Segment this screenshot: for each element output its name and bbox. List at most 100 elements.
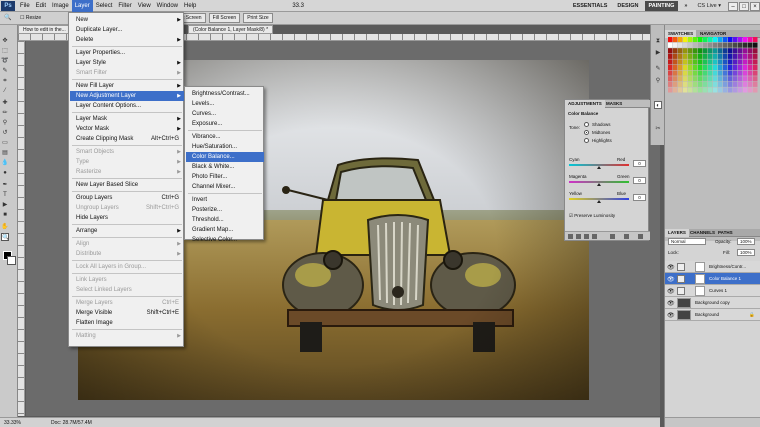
swatch-cell[interactable] (753, 59, 758, 65)
swatch-cell[interactable] (748, 53, 753, 59)
swatch-cell[interactable] (698, 59, 703, 65)
delete-adjustment-icon[interactable] (638, 234, 643, 239)
blur-tool-icon[interactable]: 💧 (1, 159, 9, 167)
swatch-cell[interactable] (728, 48, 733, 54)
swatch-cell[interactable] (693, 76, 698, 82)
swatch-cell[interactable] (748, 76, 753, 82)
swatch-cell[interactable] (668, 87, 673, 93)
fill-field[interactable]: 100% (737, 249, 755, 256)
swatch-cell[interactable] (703, 42, 708, 48)
swatch-cell[interactable] (723, 81, 728, 87)
swatch-cell[interactable] (733, 53, 738, 59)
swatch-cell[interactable] (698, 42, 703, 48)
menu-item-exposure[interactable]: Exposure... (186, 119, 264, 129)
reset-icon[interactable] (624, 234, 629, 239)
swatch-cell[interactable] (708, 70, 713, 76)
adjustments-panel-icon[interactable]: ◐ (654, 101, 662, 109)
menu-item-layer-content-options[interactable]: Layer Content Options... (70, 101, 184, 111)
menu-item-curves[interactable]: Curves... (186, 109, 264, 119)
swatch-cell[interactable] (738, 81, 743, 87)
menu-item-new[interactable]: New ▶ (70, 15, 184, 25)
swatch-cell[interactable] (738, 42, 743, 48)
document-tab[interactable]: How to edit in the... (18, 25, 71, 34)
eye-icon[interactable]: 👁 (667, 264, 675, 271)
swatch-cell[interactable] (698, 53, 703, 59)
brush-tool-icon[interactable]: ✏ (1, 109, 9, 117)
swatch-cell[interactable] (708, 37, 713, 43)
swatch-cell[interactable] (673, 48, 678, 54)
swatch-cell[interactable] (723, 42, 728, 48)
tone-midtones-radio[interactable] (584, 130, 589, 135)
swatch-cell[interactable] (718, 37, 723, 43)
menu-item-delete[interactable]: Delete ▶ (70, 35, 184, 45)
swatch-cell[interactable] (678, 42, 683, 48)
healing-tool-icon[interactable]: ✚ (1, 99, 9, 107)
swatch-cell[interactable] (693, 70, 698, 76)
menu-item-vibrance[interactable]: Vibrance... (186, 132, 264, 142)
slider-yellow-value-field[interactable]: 0 (633, 194, 646, 201)
swatch-cell[interactable] (703, 76, 708, 82)
swatch-cell[interactable] (673, 59, 678, 65)
swatch-cell[interactable] (673, 70, 678, 76)
swatch-cell[interactable] (708, 42, 713, 48)
eraser-tool-icon[interactable]: ▭ (1, 139, 9, 147)
swatch-cell[interactable] (748, 65, 753, 71)
swatch-cell[interactable] (708, 48, 713, 54)
swatch-cell[interactable] (753, 53, 758, 59)
brush-panel-icon[interactable]: ✎ (654, 65, 662, 73)
menu-item-gradient-map[interactable]: Gradient Map... (186, 225, 264, 235)
swatch-cell[interactable] (723, 53, 728, 59)
swatch-cell[interactable] (713, 53, 718, 59)
print-size-button[interactable]: Print Size (243, 13, 273, 23)
menu-item-create-clipping-mask[interactable]: Create Clipping Mask Alt+Ctrl+G (70, 134, 184, 144)
swatch-cell[interactable] (668, 42, 673, 48)
menu-filter[interactable]: Filter (115, 0, 134, 12)
tools-preset-panel-icon[interactable]: ✂ (654, 125, 662, 133)
swatch-cell[interactable] (678, 48, 683, 54)
swatch-cell[interactable] (713, 59, 718, 65)
swatch-cell[interactable] (688, 59, 693, 65)
swatch-cell[interactable] (738, 48, 743, 54)
swatch-cell[interactable] (703, 37, 708, 43)
tab-masks[interactable]: MASKS (603, 100, 625, 108)
zoom-tool-icon[interactable]: 🔍 (1, 233, 9, 241)
swatch-cell[interactable] (738, 59, 743, 65)
swatch-cell[interactable] (678, 37, 683, 43)
swatch-cell[interactable] (753, 87, 758, 93)
menu-layer[interactable]: Layer (71, 0, 93, 12)
swatch-cell[interactable] (728, 76, 733, 82)
menu-item-arrange[interactable]: Arrange ▶ (70, 226, 184, 236)
swatch-cell[interactable] (743, 65, 748, 71)
swatch-cell[interactable] (703, 48, 708, 54)
swatch-cell[interactable] (683, 59, 688, 65)
swatch-cell[interactable] (743, 59, 748, 65)
swatch-cell[interactable] (733, 59, 738, 65)
swatch-cell[interactable] (693, 59, 698, 65)
swatch-cell[interactable] (713, 76, 718, 82)
swatch-cell[interactable] (688, 42, 693, 48)
swatch-cell[interactable] (683, 53, 688, 59)
maximize-button[interactable]: □ (739, 1, 749, 11)
close-button[interactable]: × (750, 1, 760, 11)
tab-adjustments[interactable]: ADJUSTMENTS (565, 100, 605, 108)
swatch-cell[interactable] (743, 70, 748, 76)
swatch-cell[interactable] (693, 37, 698, 43)
swatch-cell[interactable] (708, 59, 713, 65)
swatch-cell[interactable] (678, 65, 683, 71)
swatch-cell[interactable] (743, 53, 748, 59)
swatch-cell[interactable] (673, 76, 678, 82)
swatch-cell[interactable] (738, 76, 743, 82)
menu-item-hue-saturation[interactable]: Hue/Saturation... (186, 142, 264, 152)
swatch-cell[interactable] (698, 70, 703, 76)
swatch-cell[interactable] (703, 53, 708, 59)
swatch-cell[interactable] (713, 70, 718, 76)
actions-panel-icon[interactable]: ▶ (654, 49, 662, 57)
swatch-cell[interactable] (688, 48, 693, 54)
swatch-cell[interactable] (728, 59, 733, 65)
swatch-cell[interactable] (693, 65, 698, 71)
shape-tool-icon[interactable]: ■ (1, 211, 9, 219)
swatch-cell[interactable] (753, 76, 758, 82)
swatch-cell[interactable] (708, 87, 713, 93)
swatch-cell[interactable] (673, 42, 678, 48)
swatch-cell[interactable] (673, 65, 678, 71)
